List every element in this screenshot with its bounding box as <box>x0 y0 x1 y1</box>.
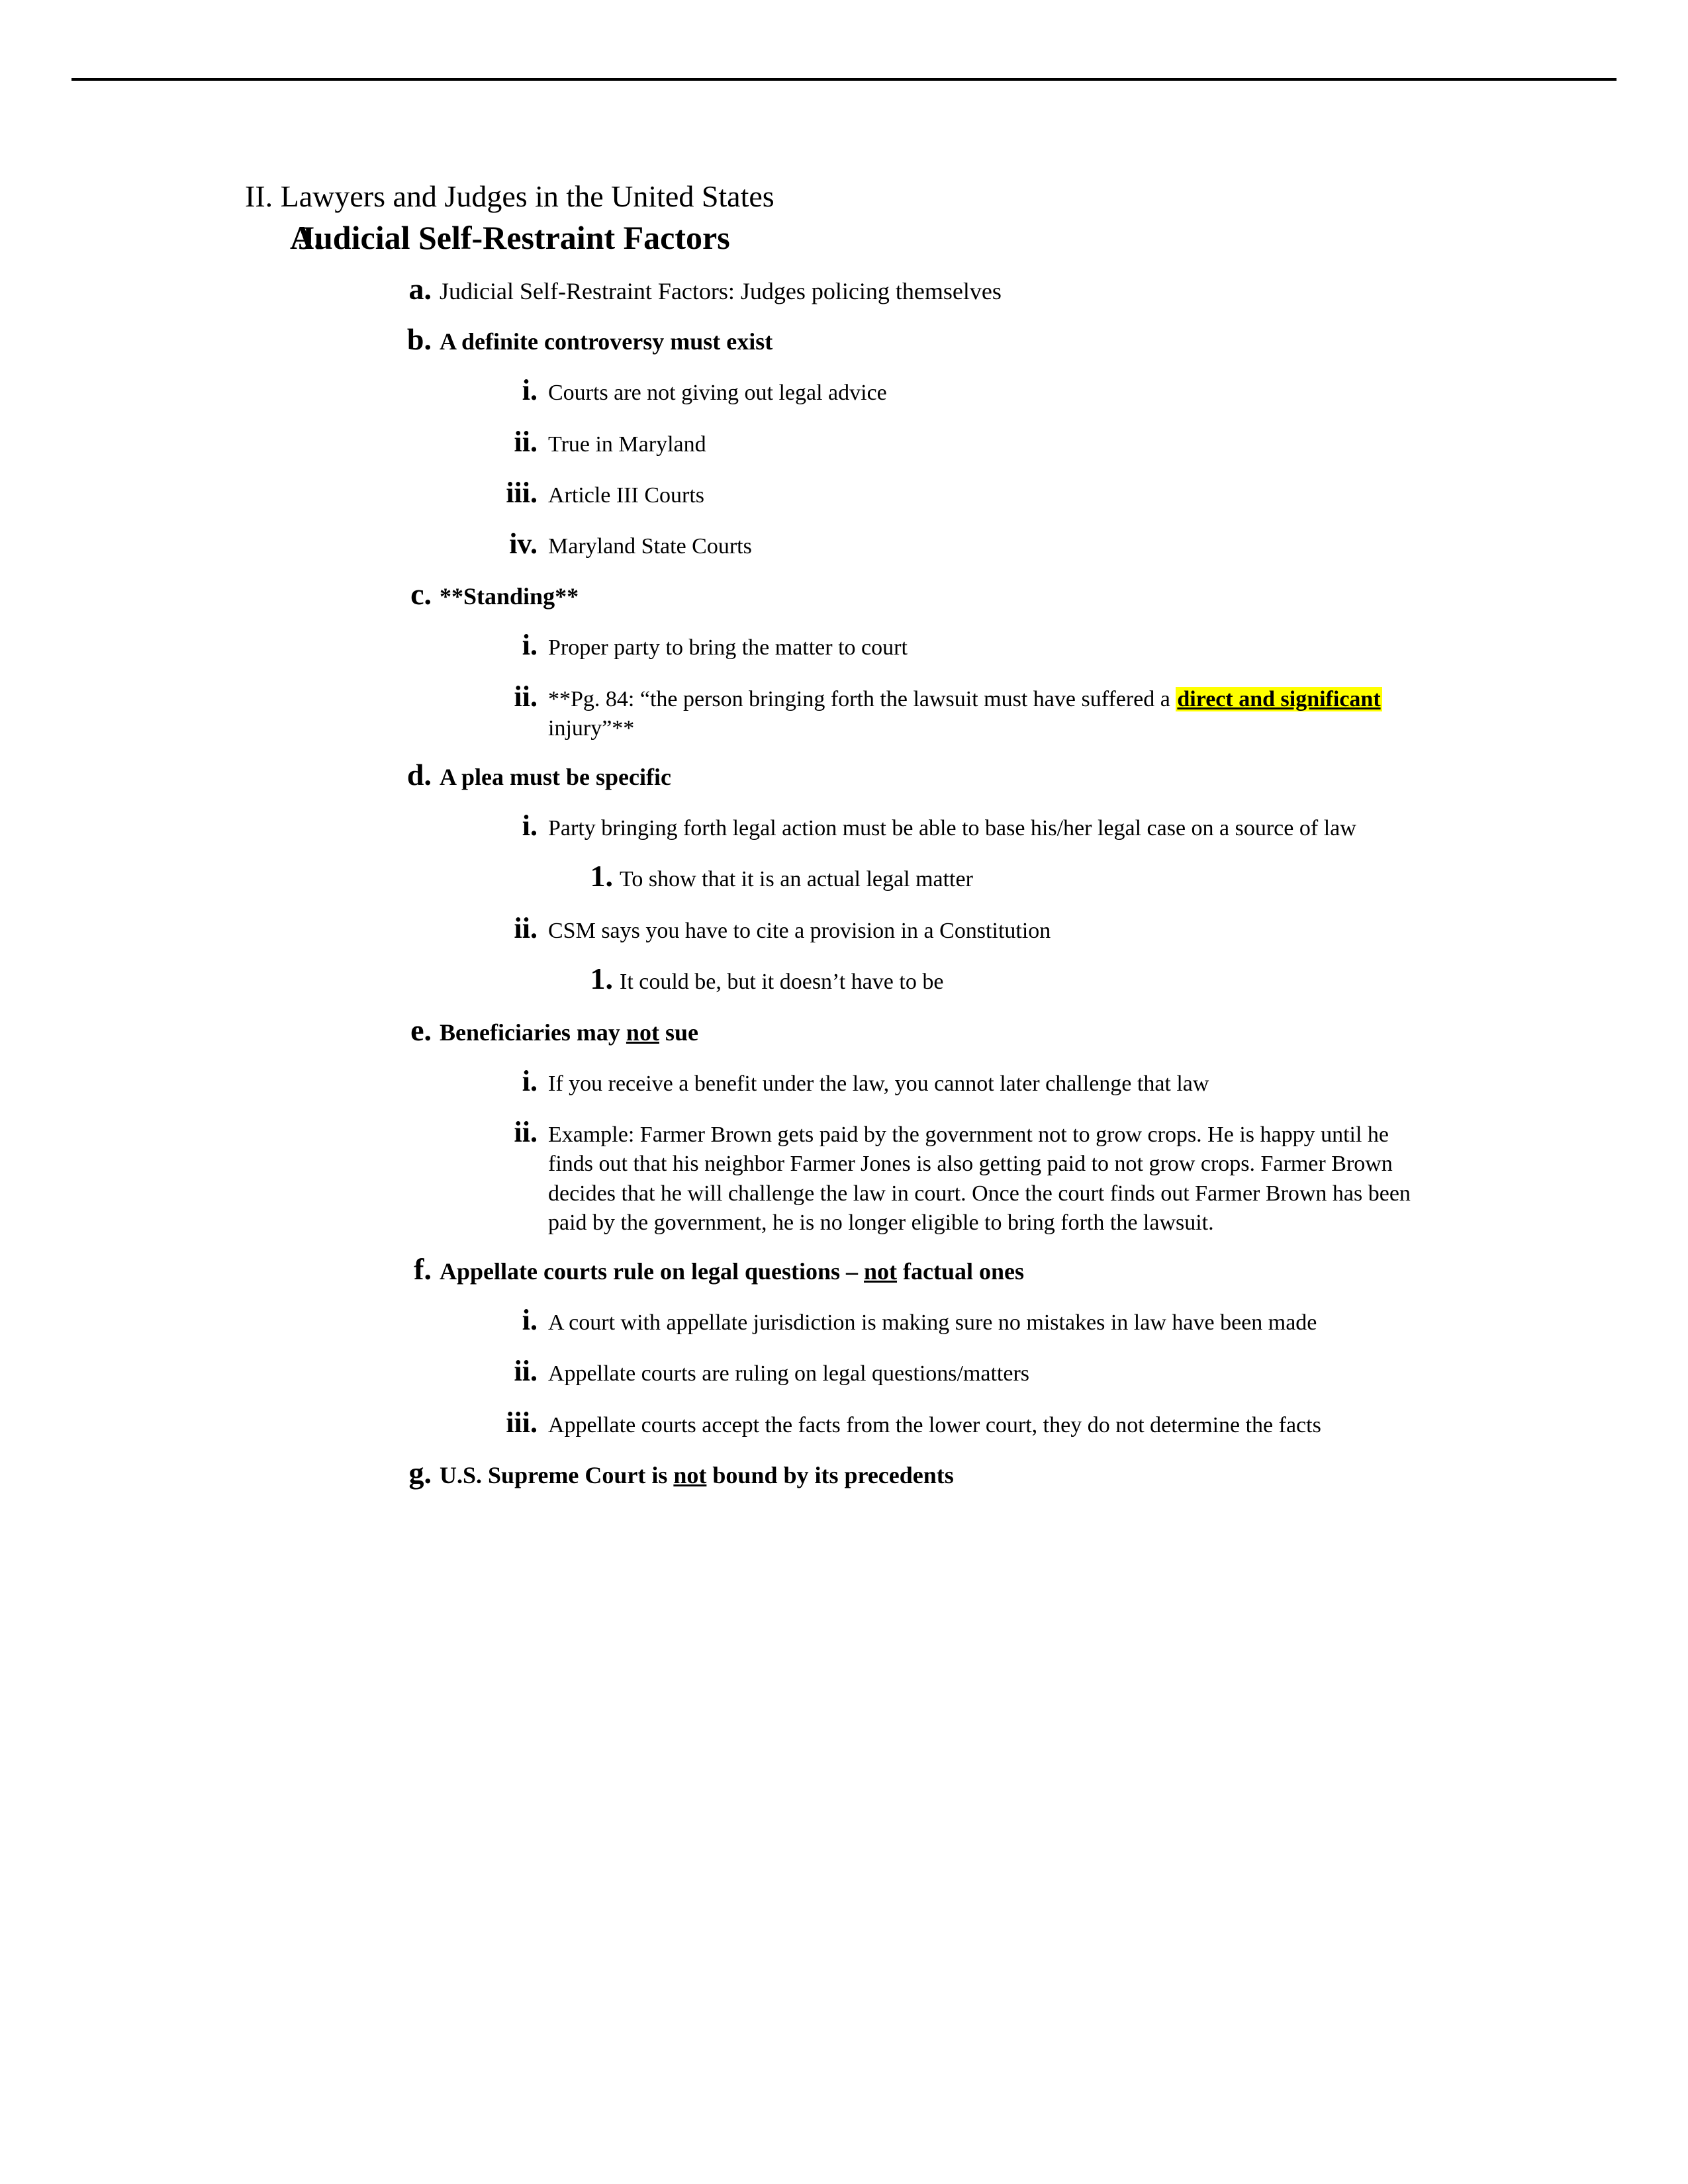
outline-item-c-ii: ii. **Pg. 84: “the person bringing forth… <box>474 678 1688 743</box>
item-c-i-marker: i. <box>522 629 538 662</box>
item-e-ii-marker: ii. <box>514 1116 538 1149</box>
heading-roman-text: II. Lawyers and Judges in the United Sta… <box>245 179 774 213</box>
item-c-ii-text: **Pg. 84: “the person bringing forth the… <box>548 682 1402 743</box>
outline-item-c: c. **Standing** <box>391 576 1688 613</box>
item-c-text: **Standing** <box>440 583 579 610</box>
item-e-text-after: sue <box>659 1019 698 1046</box>
outline-item-e-i: i. If you receive a benefit under the la… <box>474 1062 1688 1100</box>
outline-item-f-iii: iii. Appellate courts accept the facts f… <box>474 1404 1688 1441</box>
outline-item-f-i: i. A court with appellate jurisdiction i… <box>474 1301 1688 1339</box>
item-e-text: Beneficiaries may not sue <box>440 1017 1327 1048</box>
item-c-ii-text-after: injury”** <box>548 715 635 741</box>
item-d-marker: d. <box>406 757 432 792</box>
outline-item-e: e. Beneficiaries may not sue <box>391 1012 1688 1049</box>
item-b-ii-marker: ii. <box>514 425 538 458</box>
outline-item-a: a. Judicial Self-Restraint Factors: Judg… <box>391 271 1688 308</box>
header-rule <box>71 78 1617 81</box>
outline-item-b-ii: ii. True in Maryland <box>474 423 1688 461</box>
outline-item-b-i: i. Courts are not giving out legal advic… <box>474 371 1688 409</box>
item-f-i-text: A court with appellate jurisdiction is m… <box>548 1310 1317 1336</box>
outline-item-d-ii: ii. CSM says you have to cite a provisio… <box>474 909 1688 947</box>
item-b-i-marker: i. <box>522 374 538 407</box>
item-f-ii-marker: ii. <box>514 1355 538 1388</box>
item-f-ii-text: Appellate courts are ruling on legal que… <box>548 1361 1030 1387</box>
outline-item-c-i: i. Proper party to bring the matter to c… <box>474 626 1688 664</box>
item-f-iii-text: Appellate courts accept the facts from t… <box>548 1412 1321 1437</box>
item-f-iii-marker: iii. <box>506 1406 538 1439</box>
item-c-ii-text-before: **Pg. 84: “the person bringing forth the… <box>548 686 1176 711</box>
item-a-marker: a. <box>408 272 432 306</box>
item-d-i-1-marker: 1. <box>590 859 614 893</box>
item-d-ii-1-text: It could be, but it doesn’t have to be <box>620 970 944 995</box>
outline-item-d-ii-1: 1. It could be, but it doesn’t have to b… <box>583 959 1688 999</box>
item-c-i-text: Proper party to bring the matter to cour… <box>548 635 908 660</box>
item-b-i-text: Courts are not giving out legal advice <box>548 381 887 406</box>
item-d-text: A plea must be specific <box>440 763 671 790</box>
outline-item-b-iv: iv. Maryland State Courts <box>474 525 1688 563</box>
outline-item-f: f. Appellate courts rule on legal questi… <box>391 1251 1688 1288</box>
item-b-marker: b. <box>406 322 432 357</box>
outline-item-d-i: i. Party bringing forth legal action mus… <box>474 807 1688 844</box>
outline-heading-alpha: A. Judicial Self-Restraint Factors <box>290 218 1688 257</box>
item-d-i-1-text: To show that it is an actual legal matte… <box>620 867 973 892</box>
item-g-marker: g. <box>408 1455 432 1490</box>
item-a-text: Judicial Self-Restraint Factors: Judges … <box>440 278 1002 305</box>
item-g-text: U.S. Supreme Court is not bound by its p… <box>440 1460 1327 1490</box>
item-e-i-text: If you receive a benefit under the law, … <box>548 1071 1209 1097</box>
item-f-text-after: factual ones <box>897 1258 1025 1285</box>
item-g-emphasis: not <box>673 1461 707 1488</box>
item-b-iii-marker: iii. <box>506 476 538 509</box>
item-f-text: Appellate courts rule on legal questions… <box>440 1256 1327 1287</box>
outline-item-f-ii: ii. Appellate courts are ruling on legal… <box>474 1352 1688 1390</box>
outline-item-b: b. A definite controversy must exist <box>391 321 1688 358</box>
item-e-emphasis: not <box>626 1019 659 1046</box>
item-c-marker: c. <box>410 577 432 612</box>
highlighted-phrase: direct and significant <box>1176 686 1382 711</box>
item-c-ii-marker: ii. <box>514 680 538 713</box>
item-e-text-before: Beneficiaries may <box>440 1019 626 1046</box>
heading-alpha-marker: A. <box>290 219 322 257</box>
item-e-ii-text: Example: Farmer Brown gets paid by the g… <box>548 1122 1411 1235</box>
item-d-ii-text: CSM says you have to cite a provision in… <box>548 919 1051 943</box>
item-e-i-marker: i. <box>522 1065 538 1098</box>
item-g-text-after: bound by its precedents <box>706 1461 954 1488</box>
outline-item-d: d. A plea must be specific <box>391 756 1688 794</box>
item-e-marker: e. <box>410 1013 432 1047</box>
item-f-marker: f. <box>414 1252 432 1287</box>
item-d-ii-marker: ii. <box>514 912 538 944</box>
item-b-iv-marker: iv. <box>509 527 538 561</box>
heading-alpha-text: Judicial Self-Restraint Factors <box>298 219 730 257</box>
item-f-i-marker: i. <box>522 1304 538 1337</box>
outline-heading-roman: II. Lawyers and Judges in the United Sta… <box>245 179 1688 214</box>
document-page: II. Lawyers and Judges in the United Sta… <box>0 0 1688 2184</box>
outline-item-d-i-1: 1. To show that it is an actual legal ma… <box>583 856 1688 896</box>
item-d-i-marker: i. <box>522 809 538 842</box>
item-b-text: A definite controversy must exist <box>440 328 773 355</box>
outline-item-b-iii: iii. Article III Courts <box>474 474 1688 512</box>
item-d-i-text: Party bringing forth legal action must b… <box>548 816 1356 841</box>
item-f-text-before: Appellate courts rule on legal questions… <box>440 1258 865 1285</box>
item-d-ii-1-marker: 1. <box>590 962 614 996</box>
item-f-emphasis: not <box>864 1258 898 1285</box>
item-b-ii-text: True in Maryland <box>548 432 706 457</box>
outline-content: II. Lawyers and Judges in the United Sta… <box>0 179 1688 1496</box>
item-b-iii-text: Article III Courts <box>548 482 705 508</box>
outline-item-e-ii: ii. Example: Farmer Brown gets paid by t… <box>474 1113 1688 1238</box>
item-b-iv-text: Maryland State Courts <box>548 534 752 559</box>
item-g-text-before: U.S. Supreme Court is <box>440 1461 674 1488</box>
outline-item-g: g. U.S. Supreme Court is not bound by it… <box>391 1455 1688 1492</box>
